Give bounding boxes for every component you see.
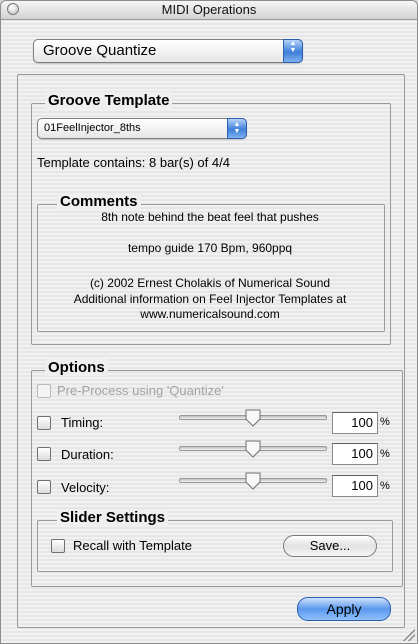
duration-slider-thumb[interactable] <box>244 439 262 459</box>
close-button[interactable] <box>7 3 19 15</box>
velocity-slider-thumb[interactable] <box>244 471 262 491</box>
groove-template-legend: Groove Template <box>45 92 173 109</box>
recall-with-template-checkbox[interactable] <box>51 539 65 553</box>
comment-line: 8th note behind the beat feel that pushe… <box>101 210 319 224</box>
slider-settings-legend: Slider Settings <box>57 509 169 526</box>
duration-unit: % <box>380 448 390 460</box>
template-popup-arrows-icon: ▲ ▼ <box>227 118 247 139</box>
midi-operations-window: MIDI Operations Groove Quantize ▲ ▼ Groov… <box>0 0 418 644</box>
timing-unit: % <box>380 416 390 428</box>
options-legend: Options <box>45 359 108 376</box>
timing-value-field[interactable]: 100 <box>332 412 378 434</box>
velocity-checkbox[interactable] <box>37 480 51 494</box>
timing-checkbox[interactable] <box>37 416 51 430</box>
window-title: MIDI Operations <box>161 2 257 17</box>
operation-popup-value: Groove Quantize <box>43 42 157 59</box>
resize-grip-icon[interactable] <box>403 629 415 641</box>
apply-button[interactable]: Apply <box>297 597 391 621</box>
preprocess-checkbox[interactable] <box>37 384 51 398</box>
velocity-value-field[interactable]: 100 <box>332 475 378 497</box>
comments-legend: Comments <box>57 193 141 210</box>
preprocess-label: Pre-Process using 'Quantize' <box>57 383 224 398</box>
timing-label: Timing: <box>61 415 104 430</box>
duration-label: Duration: <box>61 447 114 462</box>
save-button[interactable]: Save... <box>283 535 377 557</box>
duration-value: 100 <box>351 446 373 461</box>
duration-checkbox[interactable] <box>37 447 51 461</box>
template-info: Template contains: 8 bar(s) of 4/4 <box>37 155 230 170</box>
velocity-unit: % <box>380 480 390 492</box>
title-bar[interactable]: MIDI Operations <box>1 1 417 20</box>
popup-arrows-icon: ▲ ▼ <box>283 39 303 63</box>
timing-slider-thumb[interactable] <box>244 408 262 428</box>
comment-line: tempo guide 170 Bpm, 960ppq <box>127 241 293 255</box>
operation-popup[interactable]: Groove Quantize ▲ ▼ <box>33 39 303 63</box>
velocity-label: Velocity: <box>61 480 110 495</box>
timing-value: 100 <box>351 415 373 430</box>
comment-line: www.numericalsound.com <box>140 307 280 321</box>
comment-line: (c) 2002 Ernest Cholakis of Numerical So… <box>89 276 331 290</box>
velocity-value: 100 <box>351 478 373 493</box>
template-popup[interactable]: 01FeelInjector_8ths ▲ ▼ <box>37 118 247 139</box>
duration-value-field[interactable]: 100 <box>332 443 378 465</box>
comment-line: Additional information on Feel Injector … <box>73 292 347 306</box>
recall-with-template-label: Recall with Template <box>73 538 192 553</box>
template-popup-value: 01FeelInjector_8ths <box>44 122 141 134</box>
